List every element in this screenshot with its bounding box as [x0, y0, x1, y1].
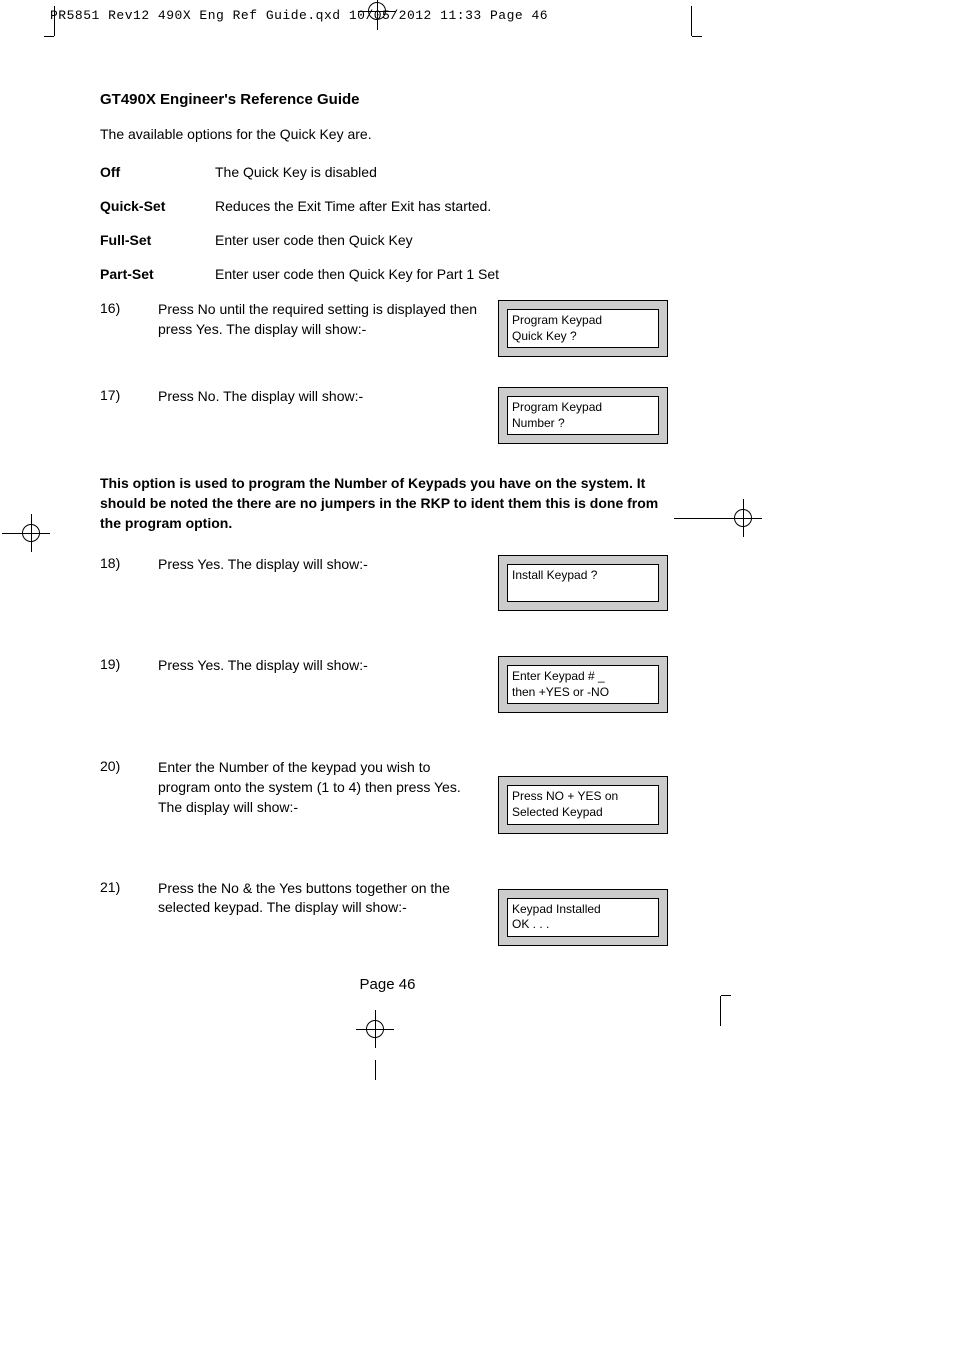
note-text: This option is used to program the Numbe… — [100, 474, 670, 533]
option-desc: Reduces the Exit Time after Exit has sta… — [215, 198, 860, 214]
lcd-line: Selected Keypad — [512, 805, 654, 821]
step-text: Press the No & the Yes buttons together … — [158, 879, 478, 918]
lcd-line: Quick Key ? — [512, 329, 654, 345]
step-20: 20) Enter the Number of the keypad you w… — [100, 758, 860, 833]
document-title: GT490X Engineer's Reference Guide — [100, 91, 860, 108]
option-desc: The Quick Key is disabled — [215, 164, 860, 180]
lcd-line: Keypad Installed — [512, 902, 654, 918]
option-row: Off The Quick Key is disabled — [100, 164, 860, 180]
lcd-display: Program Keypad Quick Key ? — [498, 300, 668, 357]
step-number: 17) — [100, 387, 158, 403]
lcd-display: Press NO + YES on Selected Keypad — [498, 776, 668, 833]
lcd-line: OK . . . — [512, 917, 654, 933]
option-row: Part-Set Enter user code then Quick Key … — [100, 266, 860, 282]
lcd-line: Program Keypad — [512, 400, 654, 416]
page-content: GT490X Engineer's Reference Guide The av… — [0, 31, 860, 993]
option-term: Part-Set — [100, 266, 215, 282]
lcd-display: Keypad Installed OK . . . — [498, 889, 668, 946]
step-text: Press No until the required setting is d… — [158, 300, 478, 339]
lcd-line: Program Keypad — [512, 313, 654, 329]
registration-line-icon — [375, 1060, 376, 1080]
lcd-line: Install Keypad ? — [512, 568, 654, 584]
step-16: 16) Press No until the required setting … — [100, 300, 860, 357]
lcd-display: Enter Keypad # _ then +YES or -NO — [498, 656, 668, 713]
option-row: Quick-Set Reduces the Exit Time after Ex… — [100, 198, 860, 214]
step-text: Press No. The display will show:- — [158, 387, 478, 407]
step-21: 21) Press the No & the Yes buttons toget… — [100, 879, 860, 946]
option-term: Off — [100, 164, 215, 180]
step-number: 19) — [100, 656, 158, 672]
step-text: Press Yes. The display will show:- — [158, 555, 478, 575]
step-18: 18) Press Yes. The display will show:- I… — [100, 555, 860, 611]
step-number: 21) — [100, 879, 158, 895]
options-table: Off The Quick Key is disabled Quick-Set … — [100, 164, 860, 282]
print-header: PR5851 Rev12 490X Eng Ref Guide.qxd 10/0… — [0, 0, 954, 31]
lcd-line: then +YES or -NO — [512, 685, 654, 701]
option-term: Quick-Set — [100, 198, 215, 214]
option-desc: Enter user code then Quick Key — [215, 232, 860, 248]
intro-text: The available options for the Quick Key … — [100, 126, 860, 142]
lcd-display: Install Keypad ? — [498, 555, 668, 611]
lcd-line: Number ? — [512, 416, 654, 432]
crop-mark-icon — [720, 996, 733, 1026]
lcd-display: Program Keypad Number ? — [498, 387, 668, 444]
step-17: 17) Press No. The display will show:- Pr… — [100, 387, 860, 444]
step-text: Enter the Number of the keypad you wish … — [158, 758, 478, 817]
step-number: 18) — [100, 555, 158, 571]
lcd-line: Enter Keypad # _ — [512, 669, 654, 685]
registration-mark-icon — [362, 1016, 388, 1042]
registration-mark-icon — [364, 0, 390, 24]
option-row: Full-Set Enter user code then Quick Key — [100, 232, 860, 248]
lcd-line: Press NO + YES on — [512, 789, 654, 805]
option-desc: Enter user code then Quick Key for Part … — [215, 266, 860, 282]
option-term: Full-Set — [100, 232, 215, 248]
step-19: 19) Press Yes. The display will show:- E… — [100, 656, 860, 713]
step-number: 20) — [100, 758, 158, 774]
step-text: Press Yes. The display will show:- — [158, 656, 478, 676]
page-footer: Page 46 — [100, 976, 675, 993]
step-number: 16) — [100, 300, 158, 316]
